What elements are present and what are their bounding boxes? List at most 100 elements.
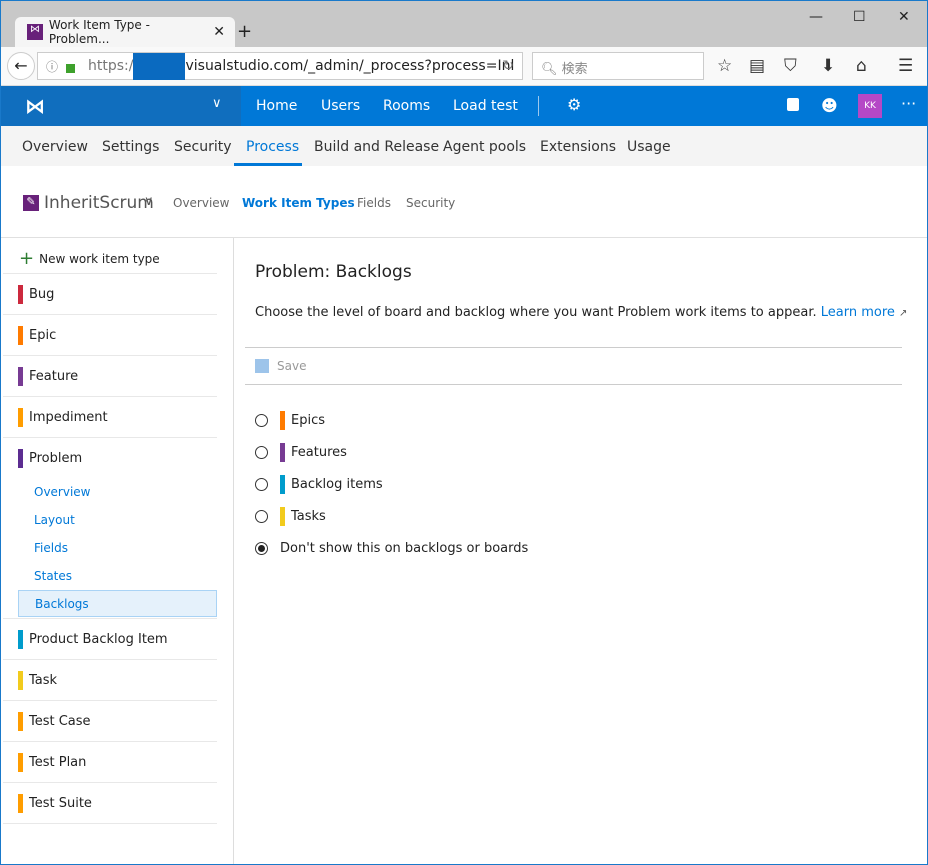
option-label: Tasks bbox=[291, 509, 326, 524]
url-input[interactable]: ⓘ https:/ visualstudio.com/_admin/_proce… bbox=[37, 52, 523, 80]
color-bar bbox=[18, 711, 23, 731]
item-label: Bug bbox=[29, 286, 55, 302]
sidebar-item-epic[interactable]: Epic bbox=[3, 315, 217, 356]
work-item-type-sidebar: + New work item type Bug Epic Feature Im… bbox=[1, 238, 234, 864]
color-bar bbox=[280, 475, 285, 494]
color-bar bbox=[18, 366, 23, 386]
plus-icon: + bbox=[19, 248, 35, 269]
avatar[interactable]: KK bbox=[858, 94, 882, 118]
subnav-extensions[interactable]: Extensions bbox=[540, 139, 616, 155]
sidebar-sub-states[interactable]: States bbox=[18, 562, 217, 589]
sidebar-item-bug[interactable]: Bug bbox=[3, 274, 217, 315]
option-label: Don't show this on backlogs or boards bbox=[280, 541, 529, 556]
color-bar bbox=[18, 670, 23, 690]
subnav-settings[interactable]: Settings bbox=[102, 139, 159, 155]
vs-favicon-icon: ⋈ bbox=[27, 24, 43, 40]
color-bar bbox=[18, 449, 23, 468]
sidebar-item-impediment[interactable]: Impediment bbox=[3, 397, 217, 438]
save-label: Save bbox=[277, 359, 307, 373]
process-tab-overview[interactable]: Overview bbox=[173, 196, 230, 210]
subnav-agent-pools[interactable]: Agent pools bbox=[443, 139, 526, 155]
reload-icon[interactable]: ↻ bbox=[502, 58, 514, 74]
radio-circle[interactable] bbox=[255, 446, 268, 459]
close-tab-icon[interactable]: ✕ bbox=[213, 24, 225, 40]
top-nav: ⋈ ∨ Home Users Rooms Load test ⚙ ☻ KK ··… bbox=[1, 86, 927, 126]
radio-circle[interactable] bbox=[255, 414, 268, 427]
nav-load-test[interactable]: Load test bbox=[453, 98, 518, 114]
description-text: Choose the level of board and backlog wh… bbox=[255, 305, 817, 320]
settings-gear-icon[interactable]: ⚙ bbox=[567, 95, 581, 114]
nav-users[interactable]: Users bbox=[321, 98, 360, 114]
subnav-usage[interactable]: Usage bbox=[627, 139, 671, 155]
subnav-process[interactable]: Process bbox=[246, 139, 299, 155]
external-link-icon: ↗ bbox=[899, 308, 908, 319]
process-tab-work-item-types[interactable]: Work Item Types bbox=[242, 196, 355, 210]
download-icon[interactable]: ⬇ bbox=[821, 56, 835, 76]
url-redaction bbox=[133, 52, 186, 80]
new-work-item-type-button[interactable]: + New work item type bbox=[19, 248, 160, 269]
radio-epics[interactable]: Epics bbox=[255, 411, 325, 430]
bookmark-star-icon[interactable]: ☆ bbox=[717, 56, 732, 76]
sidebar-sub-overview[interactable]: Overview bbox=[18, 478, 217, 505]
vs-logo-icon: ⋈ bbox=[25, 94, 45, 118]
process-chevron-icon[interactable]: ∨ bbox=[144, 194, 154, 209]
save-button[interactable]: Save bbox=[255, 359, 306, 373]
process-tab-fields[interactable]: Fields bbox=[357, 196, 391, 210]
admin-subnav: Overview Settings Security Process Build… bbox=[1, 126, 927, 166]
chevron-down-icon[interactable]: ∨ bbox=[212, 96, 222, 111]
home-icon[interactable]: ⌂ bbox=[856, 56, 867, 76]
close-window-icon[interactable]: ✕ bbox=[898, 9, 910, 25]
radio-circle[interactable] bbox=[255, 478, 268, 491]
sidebar-item-feature[interactable]: Feature bbox=[3, 356, 217, 397]
menu-icon[interactable]: ☰ bbox=[898, 56, 913, 76]
learn-more-link[interactable]: Learn more bbox=[821, 305, 895, 320]
color-bar bbox=[280, 443, 285, 462]
sidebar-sub-fields[interactable]: Fields bbox=[18, 534, 217, 561]
new-tab-icon[interactable]: + bbox=[237, 21, 252, 42]
subnav-build-release[interactable]: Build and Release bbox=[314, 139, 439, 155]
new-label: New work item type bbox=[39, 251, 160, 266]
browser-tab[interactable]: ⋈ Work Item Type - Problem... ✕ bbox=[15, 17, 235, 47]
radio-tasks[interactable]: Tasks bbox=[255, 507, 326, 526]
more-icon[interactable]: ··· bbox=[901, 94, 916, 113]
option-label: Epics bbox=[291, 413, 325, 428]
sidebar-item-task[interactable]: Task bbox=[3, 660, 217, 701]
reader-list-icon[interactable]: ▤ bbox=[749, 56, 765, 76]
sidebar-item-test-plan[interactable]: Test Plan bbox=[3, 742, 217, 783]
maximize-icon[interactable]: ☐ bbox=[853, 9, 866, 25]
sidebar-item-problem[interactable]: Problem bbox=[3, 438, 217, 479]
radio-backlog-items[interactable]: Backlog items bbox=[255, 475, 383, 494]
item-label: Epic bbox=[29, 327, 57, 343]
pocket-icon[interactable]: ⛉ bbox=[784, 56, 797, 76]
nav-home[interactable]: Home bbox=[256, 98, 297, 114]
sidebar-item-test-case[interactable]: Test Case bbox=[3, 701, 217, 742]
sidebar-item-test-suite[interactable]: Test Suite bbox=[3, 783, 217, 824]
item-label: Test Plan bbox=[29, 754, 87, 770]
sidebar-sub-layout[interactable]: Layout bbox=[18, 506, 217, 533]
color-bar bbox=[18, 793, 23, 813]
back-icon[interactable]: ← bbox=[7, 52, 35, 80]
radio-circle[interactable] bbox=[255, 510, 268, 523]
url-rest: visualstudio.com/_admin/_process?process… bbox=[185, 58, 515, 74]
sidebar-item-product-backlog-item[interactable]: Product Backlog Item bbox=[3, 619, 217, 660]
minimize-icon[interactable]: — bbox=[809, 9, 823, 25]
radio-circle-checked[interactable] bbox=[255, 542, 268, 555]
marketplace-bag-icon[interactable] bbox=[787, 98, 799, 111]
item-label: Impediment bbox=[29, 409, 108, 425]
nav-rooms[interactable]: Rooms bbox=[383, 98, 430, 114]
item-label: Problem bbox=[29, 451, 83, 466]
process-tab-security[interactable]: Security bbox=[406, 196, 455, 210]
lock-icon bbox=[66, 64, 75, 73]
process-name[interactable]: InheritScrum bbox=[44, 193, 154, 213]
account-switcher[interactable]: ⋈ ∨ bbox=[1, 86, 241, 126]
radio-dont-show[interactable]: Don't show this on backlogs or boards bbox=[255, 541, 528, 556]
feedback-smiley-icon[interactable]: ☻ bbox=[821, 96, 838, 115]
address-toolbar: ← ⓘ https:/ visualstudio.com/_admin/_pro… bbox=[1, 47, 927, 86]
option-label: Features bbox=[291, 445, 347, 460]
radio-features[interactable]: Features bbox=[255, 443, 347, 462]
sidebar-sub-backlogs[interactable]: Backlogs bbox=[18, 590, 217, 617]
subnav-security[interactable]: Security bbox=[174, 139, 232, 155]
toolbar-divider-top bbox=[245, 347, 902, 348]
subnav-overview[interactable]: Overview bbox=[22, 139, 88, 155]
search-input[interactable]: 🔍︎ 検索 bbox=[532, 52, 704, 80]
